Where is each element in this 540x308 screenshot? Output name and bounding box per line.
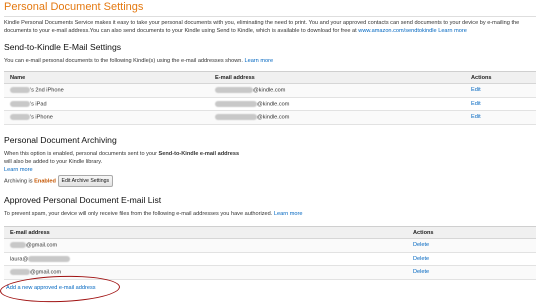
approved-table-header: E-mail address Actions xyxy=(4,227,536,239)
s2k-learn-more-link[interactable]: Learn more xyxy=(244,58,273,64)
edit-link[interactable]: Edit xyxy=(471,87,481,93)
delete-link[interactable]: Delete xyxy=(413,256,429,262)
approved-rows: @gmail.com Delete laura@ Delete @gmail.c… xyxy=(4,239,536,280)
archiving-line1-bold: Send-to-Kindle e-mail address xyxy=(158,151,240,157)
delete-link[interactable]: Delete xyxy=(413,269,429,275)
page-title: Personal Document Settings xyxy=(4,1,144,13)
archiving-status-label: Archiving is xyxy=(4,178,33,185)
redacted-name xyxy=(10,87,30,93)
sendtokindle-link[interactable]: www.amazon.com/sendtokindle xyxy=(358,28,436,34)
archiving-status-value: Enabled xyxy=(34,178,56,185)
s2k-desc-text: You can e-mail personal documents to the… xyxy=(4,58,243,64)
device-email: @kindle.com xyxy=(215,87,285,93)
redacted-email xyxy=(215,87,253,93)
device-email: @kindle.com xyxy=(215,114,289,120)
approved-heading: Approved Personal Document E-mail List xyxy=(4,195,162,205)
device-name: 's 2nd iPhone xyxy=(10,87,64,93)
edit-link[interactable]: Edit xyxy=(471,101,481,107)
approved-desc-text: To prevent spam, your device will only r… xyxy=(4,211,273,217)
table-row: laura@ Delete xyxy=(4,253,536,266)
archiving-line2: will also be added to your Kindle librar… xyxy=(4,159,103,165)
approved-table: E-mail address Actions @gmail.com Delete… xyxy=(4,226,536,280)
approved-email: laura@ xyxy=(10,255,71,262)
redacted-email xyxy=(215,114,257,120)
redacted-name xyxy=(10,100,30,107)
redacted-domain xyxy=(28,255,71,262)
approved-email: @gmail.com xyxy=(10,242,57,248)
s2k-description: You can e-mail personal documents to the… xyxy=(4,57,534,65)
approved-learn-more-link[interactable]: Learn more xyxy=(274,211,303,217)
col-name: Name xyxy=(10,75,26,81)
intro-learn-more-link[interactable]: Learn more xyxy=(438,28,467,34)
archiving-heading: Personal Document Archiving xyxy=(4,135,117,145)
table-row: @gmail.com Delete xyxy=(4,239,536,253)
edit-archive-settings-button[interactable]: Edit Archive Settings xyxy=(57,175,114,187)
title-divider xyxy=(4,16,536,17)
approved-description: To prevent spam, your device will only r… xyxy=(4,210,534,218)
col-actions: Actions xyxy=(413,230,434,236)
s2k-heading: Send-to-Kindle E-Mail Settings xyxy=(4,42,122,52)
archiving-line1: When this option is enabled, personal do… xyxy=(4,151,159,157)
table-row: 's iPhone @kindle.com Edit xyxy=(4,111,536,125)
col-actions: Actions xyxy=(471,75,492,81)
delete-link[interactable]: Delete xyxy=(413,242,429,248)
table-row: 's iPad @kindle.com Edit xyxy=(4,98,536,111)
device-email: @kindle.com xyxy=(215,100,289,107)
approved-email: @gmail.com xyxy=(10,269,61,275)
intro-paragraph: Kindle Personal Documents Service makes … xyxy=(4,19,534,35)
s2k-table-header: Name E-mail address Actions xyxy=(4,72,536,84)
device-name: 's iPad xyxy=(10,100,47,107)
s2k-rows: 's 2nd iPhone @kindle.com Edit 's iPad @… xyxy=(4,84,536,125)
device-name: 's iPhone xyxy=(10,114,53,120)
col-email: E-mail address xyxy=(10,230,50,236)
edit-link[interactable]: Edit xyxy=(471,114,481,120)
redacted-email xyxy=(10,269,30,275)
col-email: E-mail address xyxy=(215,75,255,81)
table-row: 's 2nd iPhone @kindle.com Edit xyxy=(4,84,536,98)
redacted-email xyxy=(10,242,26,248)
s2k-table: Name E-mail address Actions 's 2nd iPhon… xyxy=(4,71,536,125)
archiving-description: When this option is enabled, personal do… xyxy=(4,150,534,187)
redacted-email xyxy=(215,100,257,107)
redacted-name xyxy=(10,114,30,120)
archiving-learn-more-link[interactable]: Learn more xyxy=(4,167,33,173)
